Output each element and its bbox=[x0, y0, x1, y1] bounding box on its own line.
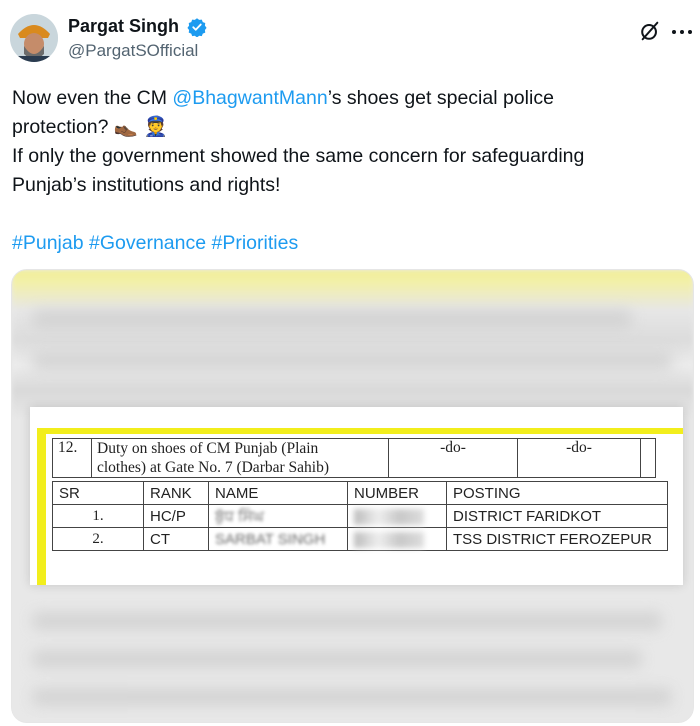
post-text-line-4: Punjab’s institutions and rights! bbox=[12, 174, 281, 196]
text-segment: ’s shoes get special police bbox=[327, 87, 554, 109]
duty-description-line: clothes) at Gate No. 7 (Darbar Sahib) bbox=[97, 459, 329, 476]
redacted-number bbox=[354, 531, 424, 548]
attached-image[interactable]: 12. Duty on shoes of CM Punjab (Plain cl… bbox=[11, 269, 694, 723]
duty-table: 12. Duty on shoes of CM Punjab (Plain cl… bbox=[52, 438, 656, 478]
duty-col4: -do- bbox=[517, 438, 641, 478]
document-frame: 12. Duty on shoes of CM Punjab (Plain cl… bbox=[46, 434, 683, 585]
redacted-number bbox=[354, 508, 424, 525]
column-header: POSTING bbox=[446, 481, 668, 505]
post-header: Pargat Singh @PargatSOfficial bbox=[0, 0, 700, 78]
author-handle[interactable]: @PargatSOfficial bbox=[68, 41, 198, 61]
post-text-line-2: protection? 👞 👮 bbox=[12, 116, 168, 138]
table-header-row: SR RANK NAME NUMBER POSTING bbox=[52, 481, 668, 505]
table-row: 1. HC/P ਬੁੱਧ ਸਿੰਘ DISTRICT FARIDKOT bbox=[52, 504, 668, 528]
hashtag-link[interactable]: #Punjab bbox=[12, 232, 84, 254]
cell-rank: HC/P bbox=[143, 504, 209, 528]
post-text-line-3: If only the government showed the same c… bbox=[12, 145, 585, 167]
hashtag-link[interactable]: #Priorities bbox=[212, 232, 299, 254]
hashtag-link[interactable]: #Governance bbox=[89, 232, 206, 254]
cell-rank: CT bbox=[143, 527, 209, 551]
duty-col3: -do- bbox=[388, 438, 518, 478]
duty-description-line: Duty on shoes of CM Punjab (Plain bbox=[97, 440, 319, 457]
cell-name: SARBAT SINGH bbox=[208, 527, 348, 551]
more-options-icon[interactable] bbox=[670, 28, 694, 36]
table-row: 12. Duty on shoes of CM Punjab (Plain cl… bbox=[52, 438, 656, 478]
cell-name: ਬੁੱਧ ਸਿੰਘ bbox=[208, 504, 348, 528]
hashtags: #Punjab #Governance #Priorities bbox=[12, 229, 688, 258]
cell-number bbox=[347, 527, 447, 551]
grok-icon[interactable] bbox=[639, 20, 661, 42]
cell-sr: 1. bbox=[52, 504, 144, 528]
column-header: SR bbox=[52, 481, 144, 505]
cell-sr: 2. bbox=[52, 527, 144, 551]
column-header: NUMBER bbox=[347, 481, 447, 505]
table-row: 2. CT SARBAT SINGH TSS DISTRICT FEROZEPU… bbox=[52, 527, 668, 551]
post-text-line-1: Now even the CM @BhagwantMann’s shoes ge… bbox=[12, 84, 688, 113]
avatar[interactable] bbox=[10, 14, 58, 62]
document-snippet: 12. Duty on shoes of CM Punjab (Plain cl… bbox=[30, 407, 683, 585]
duty-sr: 12. bbox=[52, 438, 92, 478]
post-text: Now even the CM @BhagwantMann’s shoes ge… bbox=[12, 84, 688, 258]
cell-number bbox=[347, 504, 447, 528]
verified-badge-icon bbox=[187, 18, 207, 37]
author-name[interactable]: Pargat Singh bbox=[68, 16, 179, 37]
column-header: NAME bbox=[208, 481, 348, 505]
staff-table: SR RANK NAME NUMBER POSTING 1. HC/P ਬੁੱਧ… bbox=[52, 481, 668, 551]
text-segment: Now even the CM bbox=[12, 87, 173, 109]
column-header: RANK bbox=[143, 481, 209, 505]
mention-link[interactable]: @BhagwantMann bbox=[172, 87, 327, 109]
highlight-bar bbox=[37, 428, 46, 585]
cell-posting: DISTRICT FARIDKOT bbox=[446, 504, 668, 528]
cell-posting: TSS DISTRICT FEROZEPUR bbox=[446, 527, 668, 551]
avatar-image bbox=[10, 14, 58, 62]
duty-description: Duty on shoes of CM Punjab (Plain clothe… bbox=[91, 438, 389, 478]
